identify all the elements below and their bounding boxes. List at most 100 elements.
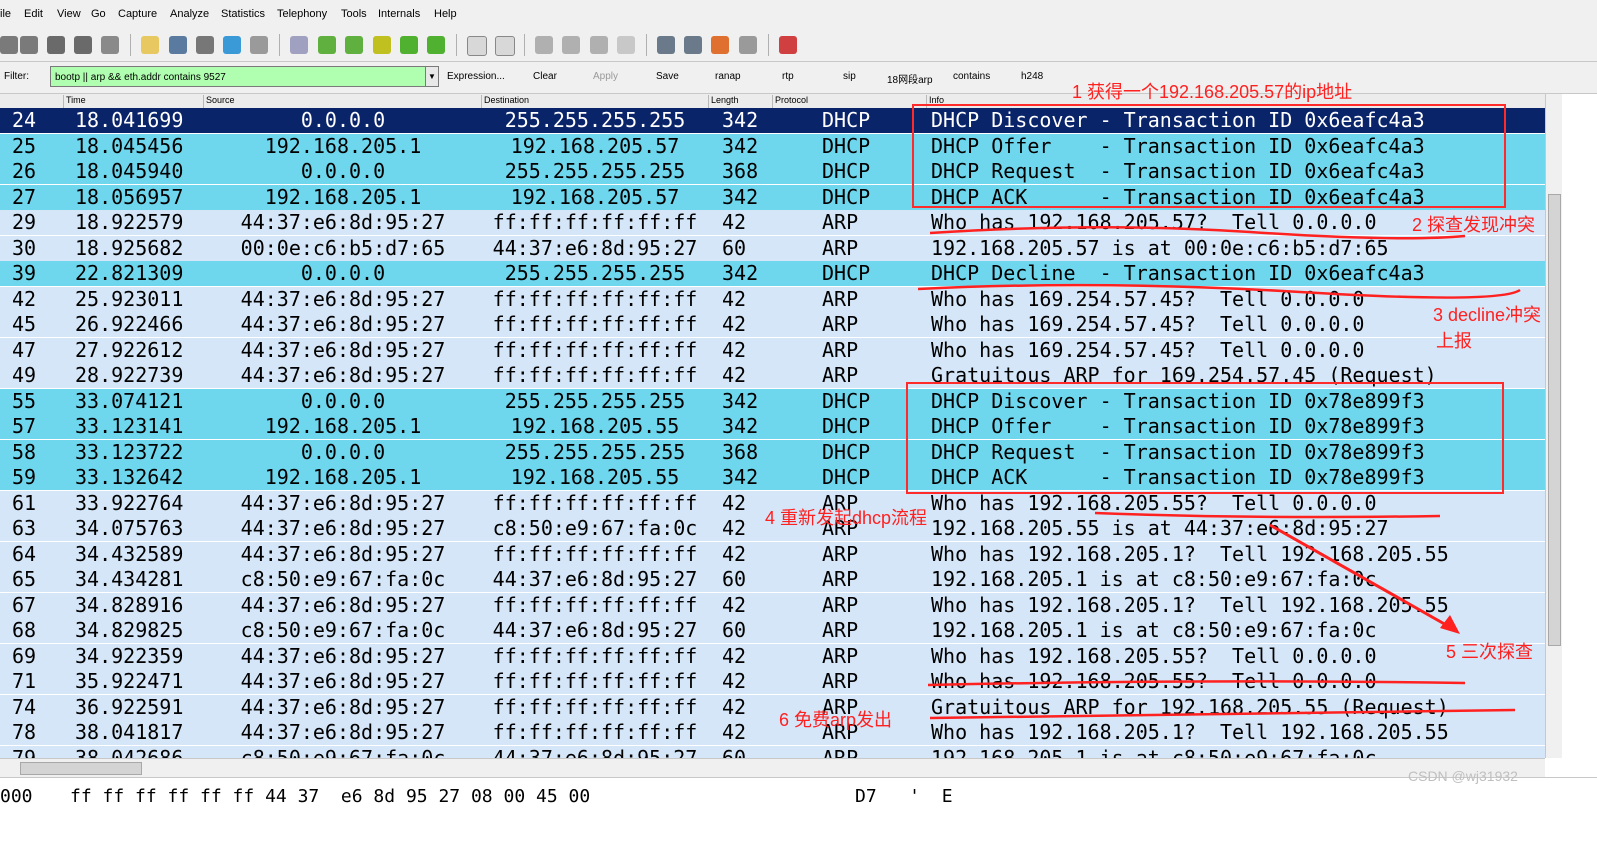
menu-help[interactable]: Help (434, 8, 457, 20)
packet-len: 342 (722, 184, 759, 209)
menu-view[interactable]: View (57, 8, 81, 20)
vertical-scrollbar[interactable] (1545, 94, 1562, 758)
start-capture-icon[interactable] (47, 36, 65, 54)
reload-icon[interactable] (223, 36, 241, 54)
packet-len: 342 (722, 261, 759, 285)
col-destination[interactable]: Destination (481, 95, 529, 108)
packet-row[interactable]: 71 35.922471 44:37:e6:8d:95:27 ff:ff:ff:ff:… (0, 669, 1545, 694)
packet-src: 44:37:e6:8d:95:27 (240, 643, 446, 668)
filter-sip-button[interactable]: sip (843, 71, 856, 82)
menu-edit[interactable]: Edit (24, 8, 43, 20)
options-icon[interactable] (20, 36, 38, 54)
first-packet-icon[interactable] (400, 36, 418, 54)
packet-no: 30 (12, 235, 37, 260)
packet-row[interactable]: 64 34.432589 44:37:e6:8d:95:27 ff:ff:ff:ff:… (0, 541, 1545, 567)
packet-info: Who has 192.168.205.57? Tell 0.0.0.0 (931, 210, 1377, 234)
packet-time: 18.925682 (75, 235, 184, 260)
packet-len: 60 (722, 235, 747, 260)
normal-size-icon[interactable] (590, 36, 608, 54)
menu-analyze[interactable]: Analyze (170, 8, 209, 20)
apply-button[interactable]: Apply (593, 71, 618, 82)
help-icon[interactable] (779, 36, 797, 54)
packet-row[interactable]: 78 38.041817 44:37:e6:8d:95:27 ff:ff:ff:ff:… (0, 720, 1545, 745)
packet-row[interactable]: 30 18.925682 00:0e:c6:b5:d7:65 44:37:e6:8d:… (0, 235, 1545, 261)
filter-18-arp-button[interactable]: 18网段arp (887, 71, 933, 86)
packet-time: 34.075763 (75, 516, 184, 540)
packet-src: 44:37:e6:8d:95:27 (240, 312, 446, 336)
packet-no: 65 (12, 567, 37, 591)
capture-filters-icon[interactable] (657, 36, 675, 54)
hscrollbar-thumb[interactable] (20, 762, 142, 775)
display-filters-icon[interactable] (684, 36, 702, 54)
save-filter-button[interactable]: Save (656, 71, 679, 82)
packet-dst: 255.255.255.255 (504, 388, 686, 413)
packet-no: 69 (12, 643, 37, 668)
col-time[interactable]: Time (63, 95, 86, 108)
go-back-icon[interactable] (318, 36, 336, 54)
auto-scroll-icon[interactable] (495, 36, 515, 56)
annotation-2: 2 探查发现冲突 (1412, 215, 1536, 235)
col-length[interactable]: Length (708, 95, 739, 108)
zoom-in-icon[interactable] (535, 36, 553, 54)
packet-row[interactable]: 65 34.434281 c8:50:e9:67:fa:0c 44:37:e6:8d:… (0, 567, 1545, 592)
packet-row[interactable]: 74 36.922591 44:37:e6:8d:95:27 ff:ff:ff:ff:… (0, 694, 1545, 720)
packet-dst: 192.168.205.55 (510, 465, 680, 489)
menu-file[interactable]: ile (0, 8, 11, 20)
menu-telephony[interactable]: Telephony (277, 8, 327, 20)
packet-time: 25.923011 (75, 286, 184, 311)
filter-dropdown-icon[interactable]: ▼ (425, 66, 439, 87)
packet-row[interactable]: 69 34.922359 44:37:e6:8d:95:27 ff:ff:ff:ff:… (0, 643, 1545, 669)
packet-row[interactable]: 79 38.042686 c8:50:e9:67:fa:0c 44:37:e6:8d:… (0, 745, 1545, 759)
horizontal-scrollbar[interactable] (0, 758, 1545, 777)
filter-rtp-button[interactable]: rtp (782, 71, 794, 82)
stop-capture-icon[interactable] (74, 36, 92, 54)
packet-len: 342 (722, 108, 759, 132)
menu-capture[interactable]: Capture (118, 8, 157, 20)
open-folder-icon[interactable] (141, 36, 159, 54)
clear-button[interactable]: Clear (533, 71, 557, 82)
zoom-out-icon[interactable] (562, 36, 580, 54)
last-packet-icon[interactable] (427, 36, 445, 54)
col-protocol[interactable]: Protocol (772, 95, 808, 108)
col-no[interactable] (0, 95, 2, 108)
print-icon[interactable] (250, 36, 268, 54)
packet-row[interactable]: 47 27.922612 44:37:e6:8d:95:27 ff:ff:ff:ff:… (0, 337, 1545, 363)
packet-row[interactable]: 45 26.922466 44:37:e6:8d:95:27 ff:ff:ff:ff:… (0, 312, 1545, 337)
packet-no: 68 (12, 618, 37, 642)
expression-button[interactable]: Expression... (447, 71, 505, 82)
go-forward-icon[interactable] (345, 36, 363, 54)
packet-row[interactable]: 68 34.829825 c8:50:e9:67:fa:0c 44:37:e6:8d:… (0, 618, 1545, 643)
packet-info: 192.168.205.57 is at 00:0e:c6:b5:d7:65 (931, 235, 1389, 260)
scrollbar-thumb[interactable] (1548, 194, 1561, 646)
packet-row[interactable]: 39 22.821309 0.0.0.0 255.255.255.255 342 DHCP… (0, 261, 1545, 286)
packet-proto: ARP (822, 618, 859, 642)
menu-go[interactable]: Go (91, 8, 106, 20)
filter-h248-button[interactable]: h248 (1021, 71, 1043, 82)
interfaces-icon[interactable] (0, 36, 18, 54)
close-icon[interactable] (196, 36, 214, 54)
preferences-icon[interactable] (739, 36, 757, 54)
filter-input[interactable]: bootp || arp && eth.addr contains 9527 (50, 66, 426, 87)
packet-time: 18.045940 (75, 159, 184, 183)
packet-info: Who has 169.254.57.45? Tell 0.0.0.0 (931, 312, 1365, 336)
colorize-icon[interactable] (467, 36, 487, 56)
resize-columns-icon[interactable] (617, 36, 635, 54)
packet-info: 192.168.205.1 is at c8:50:e9:67:fa:0c (931, 745, 1377, 759)
filter-ranap-button[interactable]: ranap (715, 71, 741, 82)
packet-proto: ARP (822, 363, 859, 387)
packet-row[interactable]: 67 34.828916 44:37:e6:8d:95:27 ff:ff:ff:ff:… (0, 592, 1545, 618)
packet-no: 61 (12, 490, 37, 515)
packet-time: 26.922466 (75, 312, 184, 336)
menu-statistics[interactable]: Statistics (221, 8, 265, 20)
coloring-rules-icon[interactable] (711, 36, 729, 54)
filter-contains-button[interactable]: contains (953, 71, 990, 82)
packet-row[interactable]: 42 25.923011 44:37:e6:8d:95:27 ff:ff:ff:ff:… (0, 286, 1545, 312)
menu-tools[interactable]: Tools (341, 8, 367, 20)
col-source[interactable]: Source (203, 95, 235, 108)
restart-capture-icon[interactable] (101, 36, 119, 54)
go-to-packet-icon[interactable] (373, 36, 391, 54)
packet-row[interactable]: 29 18.922579 44:37:e6:8d:95:27 ff:ff:ff:ff:… (0, 210, 1545, 235)
menu-internals[interactable]: Internals (378, 8, 420, 20)
save-icon[interactable] (169, 36, 187, 54)
find-icon[interactable] (290, 36, 308, 54)
